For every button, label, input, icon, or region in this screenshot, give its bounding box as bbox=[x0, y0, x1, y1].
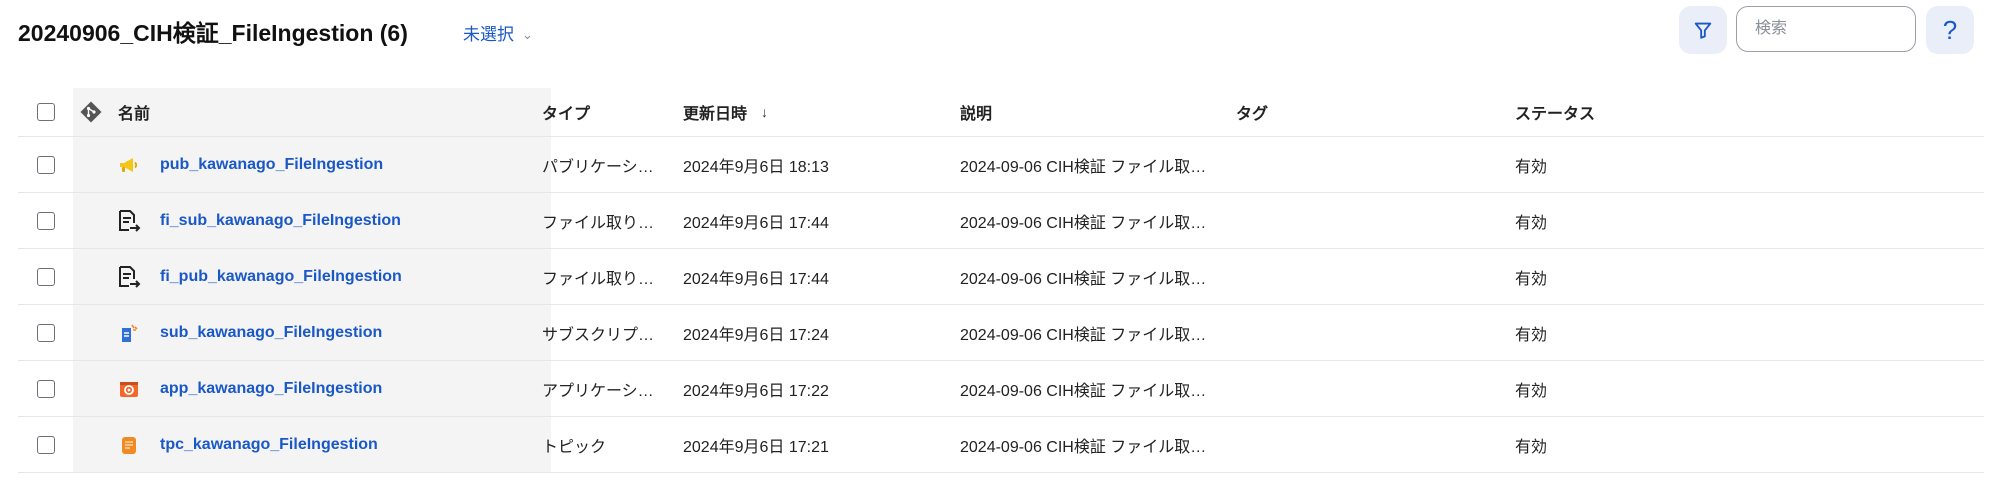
page-header: 20240906_CIH検証_FileIngestion (6) 未選択 ⌄ ? bbox=[0, 0, 2000, 60]
row-checkbox[interactable] bbox=[36, 323, 55, 342]
column-header-name[interactable]: 名前 bbox=[118, 88, 548, 136]
asset-updated-date: 2024年9月6日 17:22 bbox=[683, 382, 829, 400]
asset-tag bbox=[1236, 193, 1496, 248]
asset-name-link[interactable]: sub_kawanago_FileIngestion bbox=[160, 324, 382, 342]
asset-description: 2024-09-06 CIH検証 ファイル取… bbox=[960, 382, 1207, 400]
asset-tag bbox=[1236, 417, 1496, 472]
search-input[interactable] bbox=[1736, 6, 1916, 52]
column-header-date[interactable]: 更新日時 ↓ bbox=[683, 88, 953, 136]
chevron-down-icon: ⌄ bbox=[522, 27, 533, 42]
asset-tag bbox=[1236, 305, 1496, 360]
row-checkbox[interactable] bbox=[36, 211, 55, 230]
column-header-type[interactable]: タイプ bbox=[542, 88, 670, 136]
asset-updated-date: 2024年9月6日 17:44 bbox=[683, 214, 829, 232]
asset-type: サブスクリプ… bbox=[542, 326, 655, 344]
row-checkbox[interactable] bbox=[36, 155, 55, 174]
asset-tag bbox=[1236, 137, 1496, 192]
row-checkbox[interactable] bbox=[36, 379, 55, 398]
filter-icon bbox=[1694, 22, 1712, 39]
asset-description: 2024-09-06 CIH検証 ファイル取… bbox=[960, 214, 1207, 232]
asset-description: 2024-09-06 CIH検証 ファイル取… bbox=[960, 158, 1207, 176]
asset-status: 有効 bbox=[1515, 158, 1548, 176]
asset-updated-date: 2024年9月6日 17:24 bbox=[683, 326, 829, 344]
asset-type: ファイル取り… bbox=[542, 214, 655, 232]
git-icon[interactable] bbox=[79, 100, 103, 124]
table-row[interactable]: app_kawanago_FileIngestion アプリケーシ… 2024年… bbox=[18, 361, 1984, 417]
asset-updated-date: 2024年9月6日 18:13 bbox=[683, 158, 829, 176]
asset-description: 2024-09-06 CIH検証 ファイル取… bbox=[960, 438, 1207, 456]
asset-status: 有効 bbox=[1515, 326, 1548, 344]
table-header-row: 名前 タイプ 更新日時 ↓ 説明 タグ ステータス bbox=[18, 88, 1984, 137]
select-all-checkbox[interactable] bbox=[36, 103, 55, 121]
asset-updated-date: 2024年9月6日 17:21 bbox=[683, 438, 829, 456]
column-header-status[interactable]: ステータス bbox=[1515, 88, 1815, 136]
asset-status: 有効 bbox=[1515, 214, 1548, 232]
asset-type: パブリケーシ… bbox=[542, 158, 654, 176]
sort-descending-icon: ↓ bbox=[761, 104, 769, 120]
row-checkbox[interactable] bbox=[36, 435, 55, 454]
column-header-date-label: 更新日時 bbox=[683, 106, 748, 123]
column-header-description[interactable]: 説明 bbox=[960, 88, 1230, 136]
asset-name-link[interactable]: app_kawanago_FileIngestion bbox=[160, 380, 382, 398]
asset-updated-date: 2024年9月6日 17:44 bbox=[683, 270, 829, 288]
selection-dropdown-label: 未選択 bbox=[463, 25, 514, 44]
help-button[interactable]: ? bbox=[1926, 6, 1974, 54]
asset-tag bbox=[1236, 249, 1496, 304]
asset-status: 有効 bbox=[1515, 438, 1548, 456]
row-checkbox[interactable] bbox=[36, 267, 55, 286]
asset-status: 有効 bbox=[1515, 270, 1548, 288]
table-row[interactable]: sub_kawanago_FileIngestion サブスクリプ… 2024年… bbox=[18, 305, 1984, 361]
table-row[interactable]: tpc_kawanago_FileIngestion トピック 2024年9月6… bbox=[18, 417, 1984, 473]
filter-button[interactable] bbox=[1679, 6, 1727, 54]
asset-name-link[interactable]: fi_pub_kawanago_FileIngestion bbox=[160, 268, 402, 286]
table-row[interactable]: fi_sub_kawanago_FileIngestion ファイル取り… 20… bbox=[18, 193, 1984, 249]
asset-type: トピック bbox=[542, 438, 607, 456]
asset-name-link[interactable]: fi_sub_kawanago_FileIngestion bbox=[160, 212, 401, 230]
asset-tag bbox=[1236, 361, 1496, 416]
asset-status: 有効 bbox=[1515, 382, 1548, 400]
asset-name-link[interactable]: tpc_kawanago_FileIngestion bbox=[160, 436, 378, 454]
table-row[interactable]: pub_kawanago_FileIngestion パブリケーシ… 2024年… bbox=[18, 137, 1984, 193]
asset-description: 2024-09-06 CIH検証 ファイル取… bbox=[960, 326, 1207, 344]
table-row[interactable]: fi_pub_kawanago_FileIngestion ファイル取り… 20… bbox=[18, 249, 1984, 305]
selection-dropdown[interactable]: 未選択 ⌄ bbox=[463, 20, 533, 45]
asset-name-link[interactable]: pub_kawanago_FileIngestion bbox=[160, 156, 383, 174]
column-header-tag[interactable]: タグ bbox=[1236, 88, 1496, 136]
asset-type: アプリケーシ… bbox=[542, 382, 654, 400]
assets-table: 名前 タイプ 更新日時 ↓ 説明 タグ ステータス pub_kawanago_Fi… bbox=[18, 88, 1984, 473]
asset-type: ファイル取り… bbox=[542, 270, 655, 288]
asset-description: 2024-09-06 CIH検証 ファイル取… bbox=[960, 270, 1207, 288]
page-title: 20240906_CIH検証_FileIngestion (6) bbox=[18, 20, 408, 46]
